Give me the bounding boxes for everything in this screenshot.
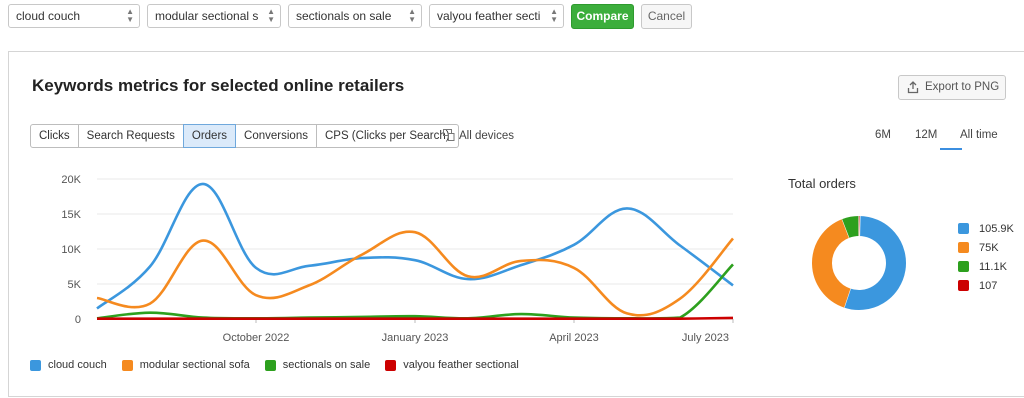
compare-button[interactable]: Compare (571, 4, 634, 29)
donut-legend-label: 75K (979, 241, 999, 254)
cancel-button[interactable]: Cancel (641, 4, 692, 29)
keyword-select-1[interactable]: cloud couch ▲ ▼ (8, 4, 140, 28)
donut-legend-item: 75K (958, 238, 1014, 257)
keyword-select-4[interactable]: valyou feather secti ▲ ▼ (429, 4, 564, 28)
legend-swatch (30, 359, 41, 371)
devices-label: All devices (459, 130, 514, 142)
legend-swatch (958, 242, 969, 253)
chart-legend: cloud couch modular sectional sofa secti… (30, 359, 534, 371)
donut-legend-label: 105.9K (979, 222, 1014, 235)
legend-label: modular sectional sofa (139, 359, 250, 371)
panel-title: Keywords metrics for selected online ret… (32, 76, 405, 95)
keyword-select-4-value: valyou feather secti (437, 9, 541, 23)
export-png-label: Export to PNG (925, 81, 1000, 93)
legend-swatch (121, 359, 133, 371)
legend-label: sectionals on sale (282, 359, 371, 371)
legend-swatch (958, 280, 969, 291)
donut-slice (812, 219, 852, 308)
keyword-select-3[interactable]: sectionals on sale ▲ ▼ (288, 4, 422, 28)
donut-slice (842, 216, 860, 238)
export-icon (907, 81, 919, 94)
select-arrows-icon: ▲ ▼ (267, 7, 275, 24)
legend-item-cloud-couch[interactable]: cloud couch (30, 359, 107, 371)
tab-conversions[interactable]: Conversions (235, 124, 317, 148)
export-png-button[interactable]: Export to PNG (898, 75, 1006, 100)
keyword-select-1-value: cloud couch (16, 9, 81, 23)
devices-filter[interactable]: All devices (443, 129, 514, 142)
select-arrows-icon: ▲ ▼ (126, 7, 134, 24)
legend-swatch (385, 359, 397, 371)
legend-label: valyou feather sectional (403, 359, 519, 371)
donut-legend-item: 107 (958, 276, 1014, 295)
tab-clicks[interactable]: Clicks (30, 124, 79, 148)
donut-slice (844, 216, 906, 310)
donut-legend-label: 11.1K (979, 260, 1007, 273)
legend-swatch (264, 359, 276, 371)
devices-icon (443, 129, 455, 141)
legend-swatch (958, 223, 969, 234)
select-arrows-icon: ▲ ▼ (550, 7, 558, 24)
legend-swatch (958, 261, 969, 272)
total-orders-donut (812, 215, 906, 310)
legend-item-valyou-feather-sectional[interactable]: valyou feather sectional (385, 359, 519, 371)
keyword-select-2[interactable]: modular sectional s ▲ ▼ (147, 4, 281, 28)
legend-label: cloud couch (48, 359, 107, 371)
select-arrows-icon: ▲ ▼ (408, 7, 416, 24)
active-period-indicator (940, 148, 962, 150)
metric-tabs: Clicks Search Requests Orders Conversion… (30, 124, 459, 148)
donut-legend: 105.9K 75K 11.1K 107 (958, 219, 1014, 295)
period-all-time[interactable]: All time (960, 129, 998, 141)
donut-title: Total orders (788, 176, 856, 191)
keyword-select-3-value: sectionals on sale (296, 9, 392, 23)
period-6m[interactable]: 6M (875, 129, 891, 141)
tab-orders[interactable]: Orders (182, 124, 237, 148)
legend-item-sectionals-on-sale[interactable]: sectionals on sale (264, 359, 371, 371)
keyword-select-2-value: modular sectional s (155, 9, 259, 23)
tab-search-requests[interactable]: Search Requests (77, 124, 184, 148)
legend-item-modular-sectional-sofa[interactable]: modular sectional sofa (121, 359, 250, 371)
comparison-toolbar: cloud couch ▲ ▼ modular sectional s ▲ ▼ se… (0, 0, 1024, 36)
donut-legend-item: 105.9K (958, 219, 1014, 238)
period-12m[interactable]: 12M (915, 129, 937, 141)
donut-legend-item: 11.1K (958, 257, 1014, 276)
tab-cps[interactable]: CPS (Clicks per Search) (315, 124, 459, 148)
donut-legend-label: 107 (979, 279, 998, 292)
